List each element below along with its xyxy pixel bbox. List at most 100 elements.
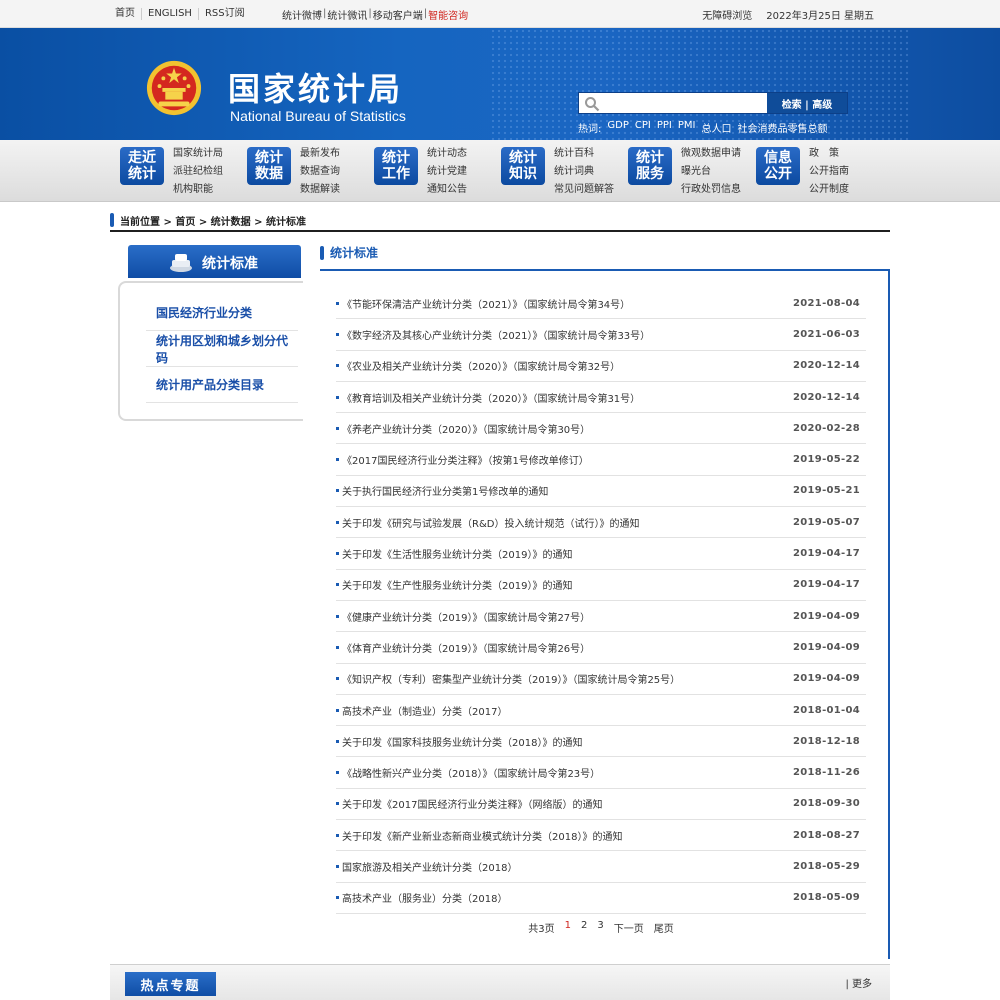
list-item[interactable]: 关于印发《研究与试验发展（R&D）投入统计规范（试行）》的通知 2019-05-0… (336, 507, 866, 539)
sidebar-item-industry[interactable]: 国民经济行业分类 (146, 295, 298, 331)
list-item[interactable]: 《体育产业统计分类（2019）》（国家统计局令第26号） 2019-04-09 (336, 632, 866, 664)
search-box: 检索 | 高级 (578, 92, 848, 114)
list-item[interactable]: 《2017国民经济行业分类注释》（按第1号修改单修订） 2019-05-22 (336, 444, 866, 476)
nav-badge[interactable]: 统计 知识 (501, 147, 545, 185)
list-item[interactable]: 国家旅游及相关产业统计分类（2018） 2018-05-29 (336, 851, 866, 883)
nav-link[interactable]: 统计百科 (554, 148, 594, 159)
page-1-link[interactable]: 1 (565, 920, 571, 935)
list-item-title[interactable]: 国家旅游及相关产业统计分类（2018） (336, 859, 517, 874)
nav-link[interactable]: 公开指南 (809, 166, 849, 177)
nav-link[interactable]: 数据解读 (300, 184, 340, 195)
weibo-link[interactable]: 统计微博 (282, 7, 322, 22)
hot-word[interactable]: PMI (678, 120, 696, 135)
nav-link[interactable]: 国家统计局 (173, 148, 223, 159)
list-item-date: 2020-12-14 (793, 360, 860, 372)
search-button[interactable]: 检索 | 高级 (767, 93, 847, 113)
hot-word[interactable]: 总人口 (701, 120, 731, 135)
list-item-title[interactable]: 关于印发《新产业新业态新商业模式统计分类（2018）》的通知 (336, 828, 622, 843)
nav-link[interactable]: 曝光台 (681, 166, 711, 177)
list-item-title[interactable]: 高技术产业（服务业）分类（2018） (336, 890, 507, 905)
list-item-title[interactable]: 《农业及相关产业统计分类（2020）》（国家统计局令第32号） (336, 358, 620, 373)
nav-badge[interactable]: 信息 公开 (756, 147, 800, 185)
list-item-title[interactable]: 高技术产业（制造业）分类（2017） (336, 703, 507, 718)
nav-link[interactable]: 统计词典 (554, 166, 594, 177)
list-item[interactable]: 《节能环保清洁产业统计分类（2021）》（国家统计局令第34号） 2021-08-… (336, 288, 866, 320)
list-item[interactable]: 关于执行国民经济行业分类第1号修改单的通知 2019-05-21 (336, 476, 866, 508)
nav-link[interactable]: 常见问题解答 (554, 184, 614, 195)
list-item[interactable]: 《健康产业统计分类（2019）》（国家统计局令第27号） 2019-04-09 (336, 601, 866, 633)
nav-link[interactable]: 派驻纪检组 (173, 166, 223, 177)
list-item[interactable]: 关于印发《新产业新业态新商业模式统计分类（2018）》的通知 2018-08-27 (336, 820, 866, 852)
nav-link[interactable]: 数据查询 (300, 166, 340, 177)
nav-link[interactable]: 通知公告 (427, 184, 467, 195)
list-item[interactable]: 高技术产业（服务业）分类（2018） 2018-05-09 (336, 883, 866, 914)
list-item-title[interactable]: 《战略性新兴产业分类（2018）》（国家统计局令第23号） (336, 765, 600, 780)
hot-word[interactable]: PPI (657, 120, 672, 135)
list-item-title[interactable]: 关于印发《国家科技服务业统计分类（2018）》的通知 (336, 734, 582, 749)
list-item[interactable]: 《知识产权（专利）密集型产业统计分类（2019）》（国家统计局令第25号） 201… (336, 664, 866, 695)
nav-link[interactable]: 微观数据申请 (681, 148, 741, 159)
nav-block-disclosure: 信息 公开 政 策 公开指南 公开制度 (756, 145, 849, 199)
more-link[interactable]: | 更多 (845, 975, 872, 990)
english-link[interactable]: ENGLISH (142, 8, 199, 20)
search-input[interactable] (603, 94, 763, 112)
nav-badge[interactable]: 统计 服务 (628, 147, 672, 185)
list-item[interactable]: 《养老产业统计分类（2020）》（国家统计局令第30号） 2020-02-28 (336, 413, 866, 445)
nav-block-work: 统计 工作 统计动态 统计党建 通知公告 (374, 145, 467, 199)
list-item-date: 2018-12-18 (793, 735, 860, 747)
list-item-title[interactable]: 关于印发《生产性服务业统计分类（2019）》的通知 (336, 577, 572, 592)
hot-word[interactable]: GDP (607, 120, 628, 135)
breadcrumb-text[interactable]: 当前位置 > 首页 > 统计数据 > 统计标准 (120, 213, 306, 228)
list-item-title[interactable]: 《体育产业统计分类（2019）》（国家统计局令第26号） (336, 640, 590, 655)
nav-link[interactable]: 统计动态 (427, 148, 467, 159)
standards-list: 《节能环保清洁产业统计分类（2021）》（国家统计局令第34号） 2021-08-… (336, 288, 866, 914)
list-item[interactable]: 关于印发《生活性服务业统计分类（2019）》的通知 2019-04-17 (336, 538, 866, 570)
mobile-client-link[interactable]: 移动客户端 (373, 7, 423, 22)
list-item-title[interactable]: 《教育培训及相关产业统计分类（2020）》（国家统计局令第31号） (336, 390, 640, 405)
nav-link[interactable]: 政 策 (809, 148, 839, 159)
list-item-title[interactable]: 《健康产业统计分类（2019）》（国家统计局令第27号） (336, 609, 590, 624)
nav-badge[interactable]: 统计 工作 (374, 147, 418, 185)
list-item-title[interactable]: 《知识产权（专利）密集型产业统计分类（2019）》（国家统计局令第25号） (336, 671, 680, 686)
nav-link[interactable]: 机构职能 (173, 184, 213, 195)
hot-word[interactable]: CPI (635, 120, 651, 135)
list-item-title[interactable]: 《数字经济及其核心产业统计分类（2021）》（国家统计局令第33号） (336, 327, 650, 342)
nav-badge[interactable]: 走近 统计 (120, 147, 164, 185)
list-item-title[interactable]: 《养老产业统计分类（2020）》（国家统计局令第30号） (336, 421, 590, 436)
last-page-link[interactable]: 尾页 (654, 920, 674, 935)
nav-link[interactable]: 行政处罚信息 (681, 184, 741, 195)
nav-link[interactable]: 统计党建 (427, 166, 467, 177)
hot-topics-tab[interactable]: 热点专题 (125, 972, 216, 996)
list-item-title[interactable]: 关于印发《2017国民经济行业分类注释》（网络版）的通知 (336, 796, 602, 811)
accessibility-link[interactable]: 无障碍浏览 (702, 7, 752, 22)
list-item[interactable]: 《战略性新兴产业分类（2018）》（国家统计局令第23号） 2018-11-26 (336, 757, 866, 789)
sidebar-item-product-catalog[interactable]: 统计用产品分类目录 (146, 367, 298, 403)
list-item[interactable]: 《教育培训及相关产业统计分类（2020）》（国家统计局令第31号） 2020-12… (336, 382, 866, 414)
next-page-link[interactable]: 下一页 (614, 920, 644, 935)
list-item[interactable]: 关于印发《生产性服务业统计分类（2019）》的通知 2019-04-17 (336, 570, 866, 601)
weixun-link[interactable]: 统计微讯 (327, 7, 367, 22)
home-link[interactable]: 首页 (110, 8, 142, 20)
sidebar-item-division-codes[interactable]: 统计用区划和城乡划分代码 (146, 331, 298, 367)
breadcrumb-marker (110, 213, 114, 227)
list-item-title[interactable]: 《2017国民经济行业分类注释》（按第1号修改单修订） (336, 452, 589, 467)
list-item[interactable]: 关于印发《国家科技服务业统计分类（2018）》的通知 2018-12-18 (336, 726, 866, 758)
list-item[interactable]: 高技术产业（制造业）分类（2017） 2018-01-04 (336, 695, 866, 727)
list-item-title[interactable]: 《节能环保清洁产业统计分类（2021）》（国家统计局令第34号） (336, 296, 630, 311)
list-item[interactable]: 《农业及相关产业统计分类（2020）》（国家统计局令第32号） 2020-12-1… (336, 351, 866, 382)
list-item-title[interactable]: 关于印发《研究与试验发展（R&D）投入统计规范（试行）》的通知 (336, 515, 639, 530)
page-3-link[interactable]: 3 (597, 920, 603, 935)
nav-link[interactable]: 公开制度 (809, 184, 849, 195)
list-item[interactable]: 《数字经济及其核心产业统计分类（2021）》（国家统计局令第33号） 2021-0… (336, 319, 866, 351)
list-item[interactable]: 关于印发《2017国民经济行业分类注释》（网络版）的通知 2018-09-30 (336, 789, 866, 821)
hot-word[interactable]: 社会消费品零售总额 (737, 120, 827, 135)
list-item-title[interactable]: 关于印发《生活性服务业统计分类（2019）》的通知 (336, 546, 572, 561)
nav-link[interactable]: 最新发布 (300, 148, 340, 159)
site-title-en: National Bureau of Statistics (230, 108, 406, 124)
smart-consult-link[interactable]: 智能咨询 (428, 7, 468, 22)
rss-link[interactable]: RSS订阅 (199, 8, 251, 20)
page-2-link[interactable]: 2 (581, 920, 587, 935)
nav-badge[interactable]: 统计 数据 (247, 147, 291, 185)
list-item-title[interactable]: 关于执行国民经济行业分类第1号修改单的通知 (336, 483, 548, 498)
top-bar: 首页 ENGLISH RSS订阅 统计微博 | 统计微讯 | 移动客户端 | 智能咨询… (0, 0, 1000, 28)
